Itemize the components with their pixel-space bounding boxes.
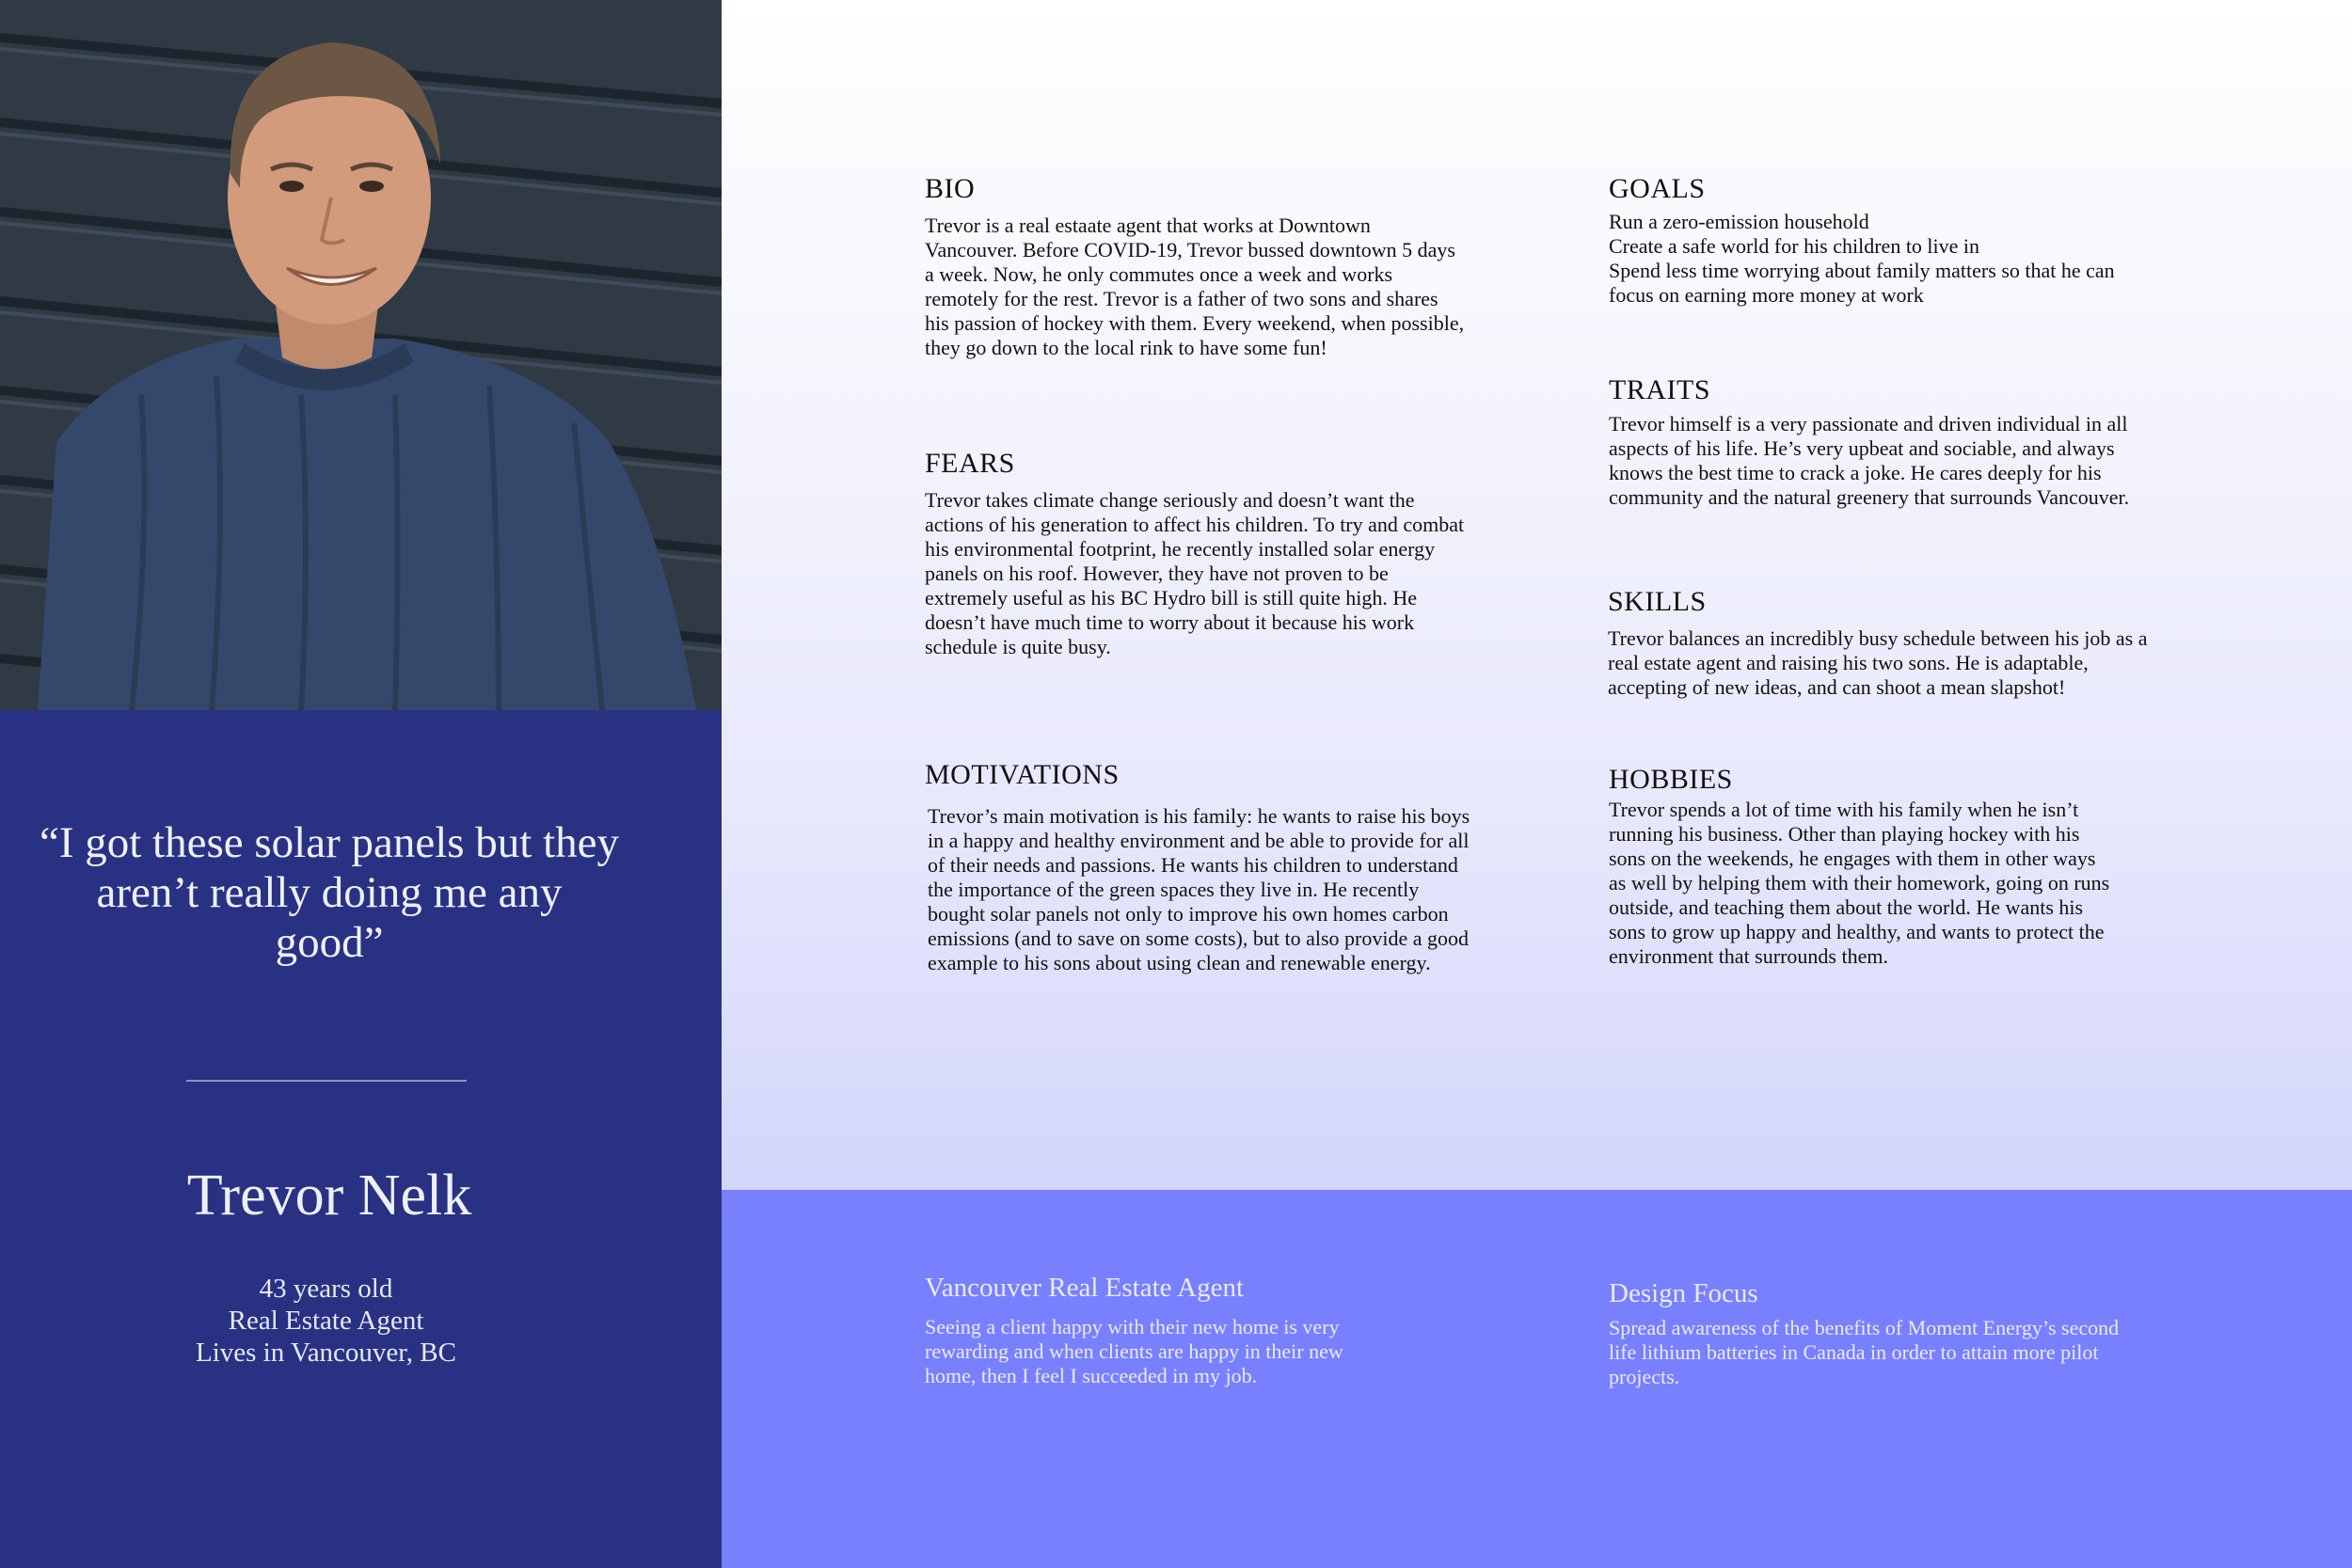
design-focus-card: Design Focus Spread awareness of the ben… xyxy=(1609,1277,2267,1389)
bio-title: BIO xyxy=(925,173,976,204)
role-text: Seeing a client happy with their new hom… xyxy=(925,1315,1343,1387)
role-title: Vancouver Real Estate Agent xyxy=(925,1273,1245,1303)
design-focus-title: Design Focus xyxy=(1609,1278,1758,1308)
traits-title: TRAITS xyxy=(1609,374,1710,405)
persona-details-panel: BIO Trevor is a real estaate agent that … xyxy=(722,0,2352,1190)
motivations-title: MOTIVATIONS xyxy=(925,759,1120,790)
persona-sidebar: “I got these solar panels but they aren’… xyxy=(0,0,722,1568)
bio-section: BIO Trevor is a real estaate agent that … xyxy=(925,173,1527,360)
motivations-text: Trevor’s main motivation is his family: … xyxy=(928,804,1470,974)
skills-section: SKILLS Trevor balances an incredibly bus… xyxy=(1608,586,2266,700)
goals-text: Run a zero-emission household Create a s… xyxy=(1609,210,2115,307)
hobbies-text: Trevor spends a lot of time with his fam… xyxy=(1609,798,2110,968)
persona-details: 43 years old Real Estate Agent Lives in … xyxy=(0,1273,652,1369)
design-focus-text: Spread awareness of the benefits of Mome… xyxy=(1609,1316,2120,1388)
bio-text: Trevor is a real estaate agent that work… xyxy=(925,214,1465,359)
bottom-band: Vancouver Real Estate Agent Seeing a cli… xyxy=(722,1190,2352,1568)
hobbies-section: HOBBIES Trevor spends a lot of time with… xyxy=(1609,764,2211,969)
persona-occupation: Real Estate Agent xyxy=(228,1306,424,1336)
traits-section: TRAITS Trevor himself is a very passiona… xyxy=(1609,374,2267,510)
persona-photo xyxy=(0,0,722,710)
fears-section: FEARS Trevor takes climate change seriou… xyxy=(925,448,1527,659)
divider xyxy=(186,1080,467,1082)
fears-text: Trevor takes climate change seriously an… xyxy=(925,488,1465,658)
skills-text: Trevor balances an incredibly busy sched… xyxy=(1608,626,2148,699)
persona-location: Lives in Vancouver, BC xyxy=(196,1338,456,1368)
persona-name: Trevor Nelk xyxy=(186,1164,472,1227)
goals-title: GOALS xyxy=(1609,173,1706,204)
skills-title: SKILLS xyxy=(1608,586,1707,617)
goals-section: GOALS Run a zero-emission household Crea… xyxy=(1609,173,2267,308)
hobbies-title: HOBBIES xyxy=(1609,764,1733,795)
traits-text: Trevor himself is a very passionate and … xyxy=(1609,412,2130,509)
persona-quote: “I got these solar panels but they aren’… xyxy=(39,818,620,967)
role-card: Vancouver Real Estate Agent Seeing a cli… xyxy=(925,1272,1527,1388)
fears-title: FEARS xyxy=(925,448,1015,479)
motivations-section: MOTIVATIONS Trevor’s main motivation is … xyxy=(925,759,1527,975)
persona-age: 43 years old xyxy=(259,1274,393,1304)
